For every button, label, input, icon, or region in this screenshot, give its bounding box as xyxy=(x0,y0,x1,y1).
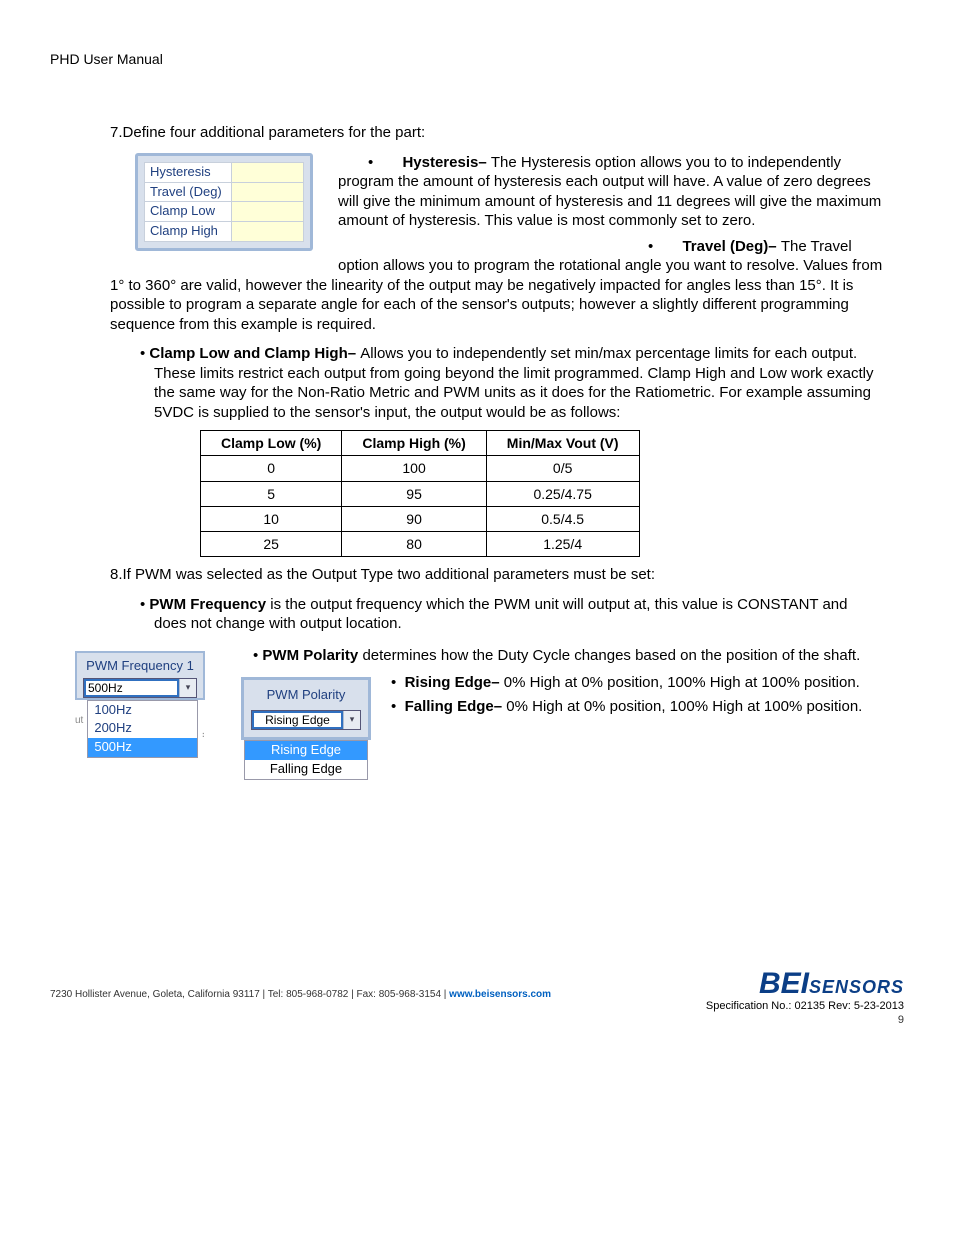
pwm-pol-label: PWM Polarity xyxy=(262,647,358,664)
pwm-pol-combo[interactable]: Rising Edge xyxy=(251,710,361,730)
pwm-pol-dropdown[interactable]: Rising Edge Falling Edge xyxy=(244,740,368,780)
pwm-freq-paragraph: • PWM Frequency is the output frequency … xyxy=(140,595,884,634)
rising-edge-label: Rising Edge– xyxy=(405,674,504,691)
step-7-number: 7. xyxy=(110,124,123,141)
falling-edge-item: • Falling Edge– 0% High at 0% position, … xyxy=(110,697,884,717)
clamp-paragraph: • Clamp Low and Clamp High– Allows you t… xyxy=(140,344,884,422)
param-row-label: Clamp High xyxy=(145,222,232,242)
footer-address: 7230 Hollister Avenue, Goleta, Californi… xyxy=(50,989,449,1000)
pwm-freq-combo[interactable]: 500Hz xyxy=(83,678,197,698)
pwm-pol-title: PWM Polarity xyxy=(251,687,361,704)
table-row: 10900.5/4.5 xyxy=(201,506,640,531)
footer-link[interactable]: www.beisensors.com xyxy=(449,989,551,1000)
clamp-table: Clamp Low (%) Clamp High (%) Min/Max Vou… xyxy=(200,430,640,557)
dropdown-option[interactable]: Rising Edge xyxy=(245,741,367,760)
step-7: 7.Define four additional parameters for … xyxy=(110,123,884,143)
pwm-freq-selected: 500Hz xyxy=(84,679,179,697)
falling-edge-text: 0% High at 0% position, 100% High at 100… xyxy=(506,698,862,715)
spec-number: Specification No.: 02135 Rev: 5-23-2013 xyxy=(706,999,904,1013)
page-header: PHD User Manual xyxy=(50,50,904,68)
table-row: 25801.25/4 xyxy=(201,531,640,556)
step-7-text: Define four additional parameters for th… xyxy=(123,124,426,141)
company-logo: BEISENSORS Specification No.: 02135 Rev:… xyxy=(706,970,904,1028)
param-row-value[interactable] xyxy=(232,162,304,182)
travel-paragraph: • Travel (Deg)– The Travel option allows… xyxy=(110,237,884,335)
table-row: 5950.25/4.75 xyxy=(201,481,640,506)
travel-label: Travel (Deg)– xyxy=(682,238,780,255)
dropdown-arrow-icon[interactable] xyxy=(343,711,360,729)
param-row-value[interactable] xyxy=(232,202,304,222)
clamp-table-header: Min/Max Vout (V) xyxy=(486,431,639,456)
param-row-label: Clamp Low xyxy=(145,202,232,222)
pwm-freq-title: PWM Frequency 1 xyxy=(83,658,197,675)
dropdown-option[interactable]: 500Hz xyxy=(88,738,196,757)
page-footer: BEISENSORS Specification No.: 02135 Rev:… xyxy=(50,988,904,1001)
clamp-table-header: Clamp High (%) xyxy=(342,431,486,456)
param-row-value[interactable] xyxy=(232,222,304,242)
param-row-label: Travel (Deg) xyxy=(145,182,232,202)
param-row-label: Hysteresis xyxy=(145,162,232,182)
clamp-label: Clamp Low and Clamp High– xyxy=(149,345,360,362)
pwm-pol-selected: Rising Edge xyxy=(252,711,343,729)
step-8-text: If PWM was selected as the Output Type t… xyxy=(123,566,655,583)
param-row-value[interactable] xyxy=(232,182,304,202)
logo-sensors: SENSORS xyxy=(809,977,904,997)
dropdown-option[interactable]: 200Hz xyxy=(88,719,196,738)
rising-edge-text: 0% High at 0% position, 100% High at 100… xyxy=(504,674,860,691)
dropdown-option[interactable]: 100Hz xyxy=(88,701,196,720)
logo-bei: BEI xyxy=(759,967,809,1000)
rising-edge-item: • Rising Edge– 0% High at 0% position, 1… xyxy=(110,671,884,693)
params-table: Hysteresis Travel (Deg) Clamp Low Clamp … xyxy=(144,162,304,243)
pwm-pol-paragraph: • PWM Polarity determines how the Duty C… xyxy=(110,646,884,666)
pwm-polarity-widget: PWM Polarity Rising Edge Rising Edge Fal… xyxy=(241,677,371,780)
dropdown-option[interactable]: Falling Edge xyxy=(245,760,367,779)
pwm-freq-label: PWM Frequency xyxy=(149,596,266,613)
page-number: 9 xyxy=(706,1013,904,1027)
dropdown-arrow-icon[interactable] xyxy=(179,679,196,697)
falling-edge-label: Falling Edge– xyxy=(405,698,507,715)
pwm-freq-dropdown[interactable]: 100Hz 200Hz 500Hz xyxy=(87,700,197,759)
params-table-box: Hysteresis Travel (Deg) Clamp Low Clamp … xyxy=(135,153,313,252)
table-row: 01000/5 xyxy=(201,456,640,481)
step-8-number: 8. xyxy=(110,566,123,583)
pwm-pol-text: determines how the Duty Cycle changes ba… xyxy=(358,647,860,664)
pwm-frequency-widget: PWM Frequency 1 500Hz ut 100Hz 200Hz 500… xyxy=(75,651,205,759)
clamp-table-header: Clamp Low (%) xyxy=(201,431,342,456)
step-8: 8.If PWM was selected as the Output Type… xyxy=(110,565,884,585)
hysteresis-label: Hysteresis– xyxy=(402,154,490,171)
